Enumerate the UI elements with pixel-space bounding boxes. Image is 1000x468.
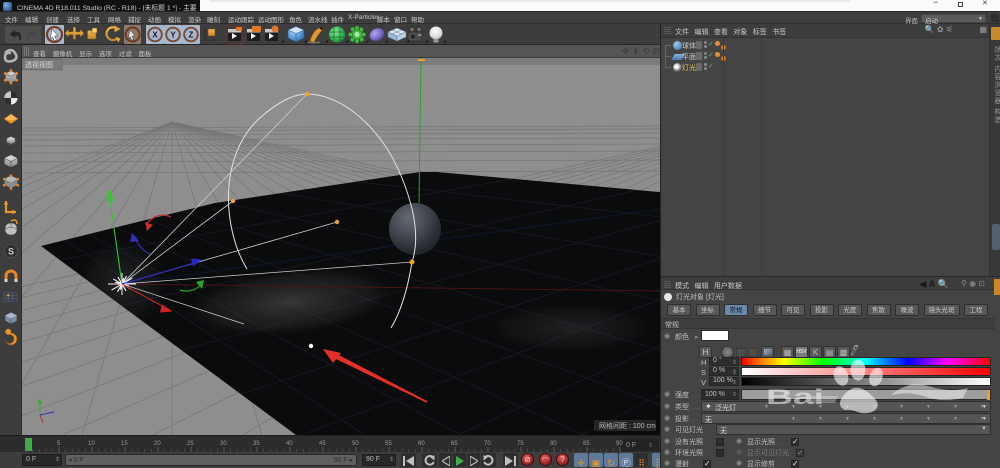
svg-text:X: X — [152, 31, 158, 40]
svg-text:65: 65 — [451, 441, 458, 447]
svg-text:60: 60 — [418, 441, 425, 447]
svg-text:0 F: 0 F — [626, 442, 636, 449]
svg-text:透视视图: 透视视图 — [25, 60, 53, 69]
svg-text:Z: Z — [189, 31, 194, 40]
svg-text:70: 70 — [484, 441, 491, 447]
svg-text:85: 85 — [583, 441, 590, 447]
svg-text:80: 80 — [550, 441, 557, 447]
svg-text:S: S — [8, 247, 14, 257]
svg-text:50: 50 — [352, 441, 359, 447]
svg-text:15: 15 — [121, 441, 128, 447]
svg-text:40: 40 — [286, 441, 293, 447]
svg-text:35: 35 — [253, 441, 260, 447]
svg-text:5: 5 — [57, 441, 61, 447]
svg-text:90: 90 — [616, 441, 623, 447]
svg-text:25: 25 — [187, 441, 194, 447]
svg-text:Y: Y — [170, 31, 176, 40]
svg-text:75: 75 — [517, 441, 524, 447]
svg-text:30: 30 — [220, 441, 227, 447]
svg-text:网格间距 : 100 cm: 网格间距 : 100 cm — [599, 421, 656, 430]
svg-text:Z: Z — [44, 410, 47, 416]
svg-text:20: 20 — [154, 441, 161, 447]
svg-text:55: 55 — [385, 441, 392, 447]
svg-text:10: 10 — [88, 441, 95, 447]
svg-text:⇕: ⇕ — [648, 442, 653, 449]
svg-text:45: 45 — [319, 441, 326, 447]
